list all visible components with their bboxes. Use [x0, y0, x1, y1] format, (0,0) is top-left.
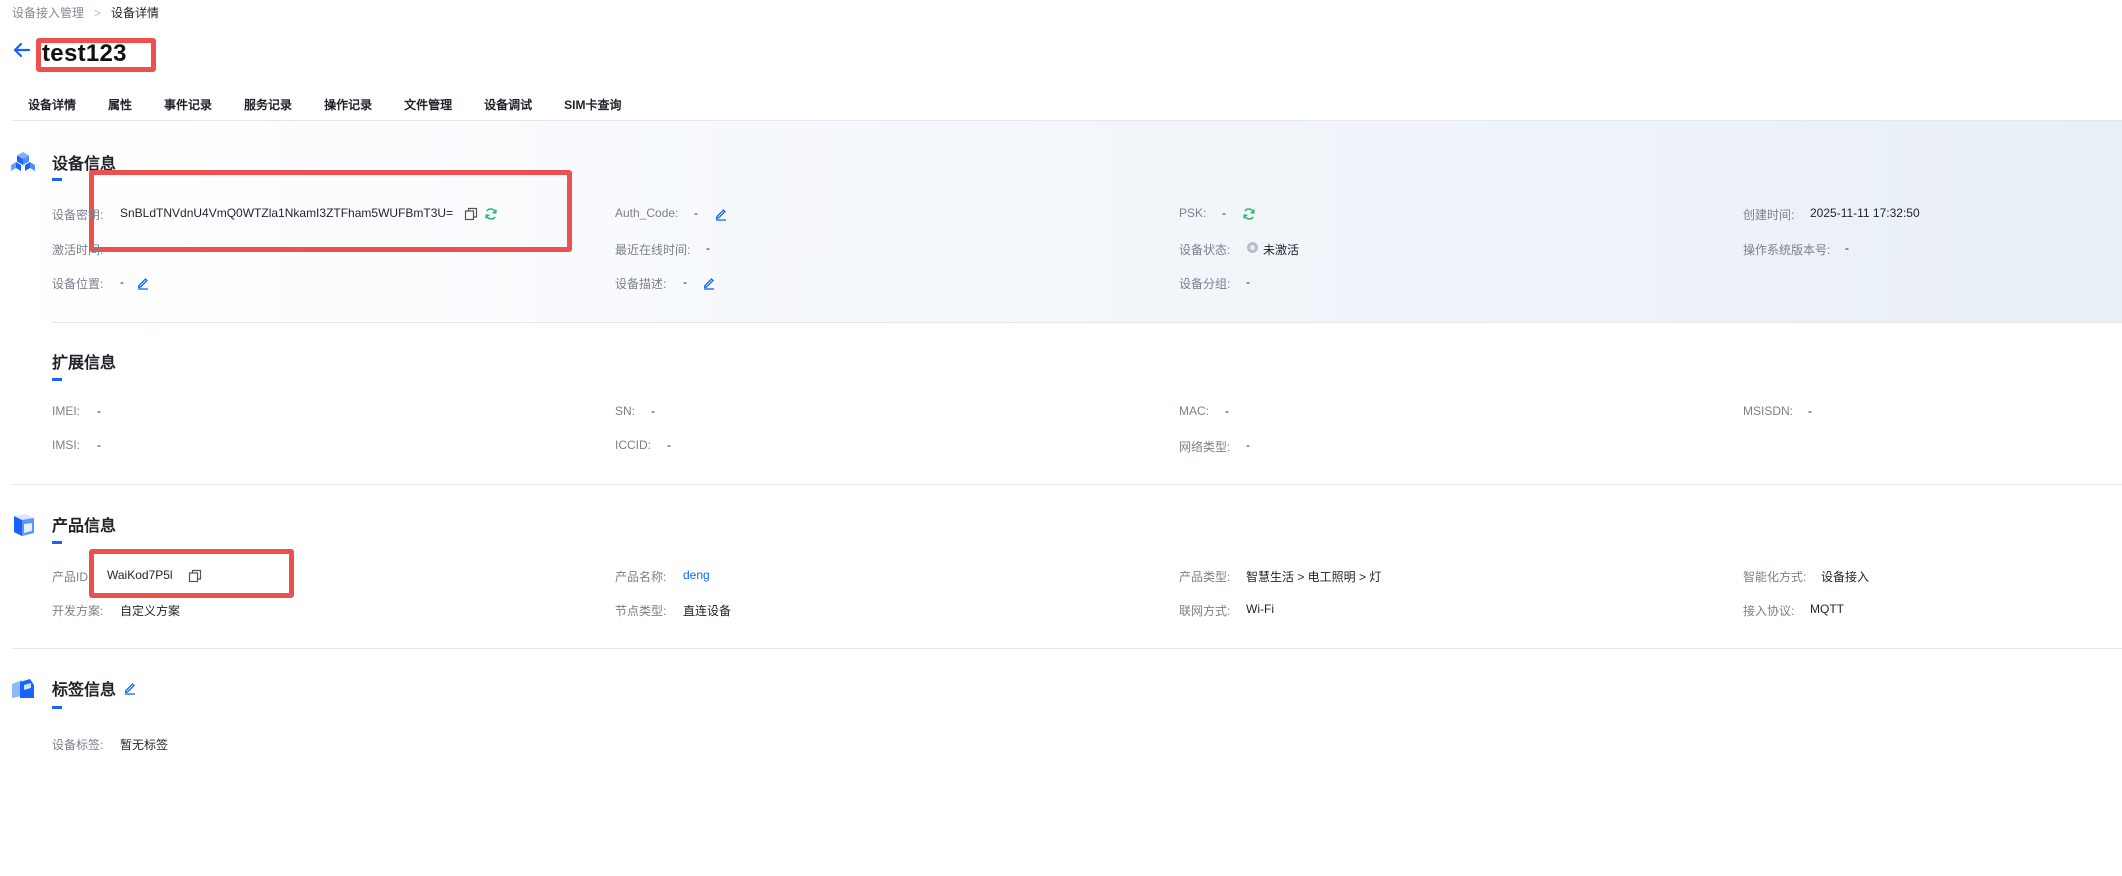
protocol-label: 接入协议: — [1743, 604, 1795, 618]
cubes-icon — [11, 152, 35, 171]
page-title: test123 — [42, 40, 127, 67]
mac-label: MAC: — [1179, 404, 1209, 418]
tab-sim-query[interactable]: SIM卡查询 — [548, 96, 637, 120]
tab-event-records[interactable]: 事件记录 — [148, 96, 228, 120]
os-version-label: 操作系统版本号: — [1743, 243, 1831, 257]
created-time-value: 2025-11-11 17:32:50 — [1810, 206, 1920, 220]
sn-label: SN: — [615, 404, 636, 418]
tab-service-records[interactable]: 服务记录 — [228, 96, 308, 120]
edit-pencil-icon[interactable] — [136, 276, 150, 290]
node-type-label: 节点类型: — [615, 604, 667, 618]
breadcrumb-separator: > — [94, 6, 102, 20]
product-info-divider — [12, 648, 2122, 649]
breadcrumb-current: 设备详情 — [111, 6, 160, 20]
tab-bar: 设备详情 属性 事件记录 服务记录 操作记录 文件管理 设备调试 SIM卡查询 — [12, 96, 637, 122]
tab-file-management[interactable]: 文件管理 — [388, 96, 468, 120]
device-info-title-underline — [52, 178, 62, 181]
imei-label: IMEI: — [52, 404, 81, 418]
psk-label: PSK: — [1179, 206, 1207, 220]
network-type-label: 网络类型: — [1179, 440, 1231, 454]
activated-time-label: 激活时间: — [52, 243, 104, 257]
copy-icon[interactable] — [464, 207, 478, 221]
auth-code-label: Auth_Code: — [615, 206, 679, 220]
last-online-value: - — [706, 241, 710, 255]
os-version-value: - — [1845, 241, 1849, 255]
device-desc-value: - — [683, 275, 687, 289]
product-name-link[interactable]: deng — [683, 568, 710, 582]
smart-method-label: 智能化方式: — [1743, 570, 1807, 584]
network-method-label: 联网方式: — [1179, 604, 1231, 618]
product-id-label: 产品ID: — [52, 570, 92, 584]
product-type-value: 智慧生活 > 电工照明 > 灯 — [1246, 570, 1382, 584]
device-location-label: 设备位置: — [52, 277, 104, 291]
protocol-value: MQTT — [1810, 602, 1844, 616]
smart-method-value: 设备接入 — [1821, 570, 1870, 584]
msisdn-label: MSISDN: — [1743, 404, 1794, 418]
edit-pencil-icon[interactable] — [123, 681, 137, 695]
edit-pencil-icon[interactable] — [702, 276, 716, 290]
product-info-title-underline — [52, 541, 62, 544]
box-icon — [14, 514, 34, 536]
refresh-icon[interactable] — [1242, 207, 1256, 221]
tag-icon — [12, 679, 34, 698]
device-status-value: 未激活 — [1263, 243, 1300, 257]
product-info-title: 产品信息 — [52, 518, 117, 535]
device-status-label: 设备状态: — [1179, 243, 1231, 257]
created-time-label: 创建时间: — [1743, 208, 1795, 222]
sn-value: - — [651, 404, 655, 418]
device-tags-value: 暂无标签 — [120, 738, 169, 752]
arrow-left-icon[interactable] — [12, 40, 32, 60]
product-id-value: WaiKod7P5l — [107, 568, 173, 582]
iccid-label: ICCID: — [615, 438, 651, 452]
ext-info-divider — [12, 484, 2122, 485]
tab-device-detail[interactable]: 设备详情 — [12, 96, 93, 122]
iccid-value: - — [667, 438, 671, 452]
tag-info-title: 标签信息 — [52, 682, 117, 699]
device-secret-label: 设备密钥: — [52, 208, 104, 222]
tab-properties[interactable]: 属性 — [92, 96, 148, 120]
dev-plan-label: 开发方案: — [52, 604, 104, 618]
status-dot-icon — [1247, 242, 1258, 253]
mac-value: - — [1225, 404, 1229, 418]
network-method-value: Wi-Fi — [1246, 602, 1274, 616]
tab-device-debug[interactable]: 设备调试 — [468, 96, 548, 120]
network-type-value: - — [1246, 438, 1250, 452]
psk-value: - — [1222, 206, 1226, 220]
device-group-value: - — [1246, 275, 1250, 289]
product-name-label: 产品名称: — [615, 570, 667, 584]
imsi-value: - — [97, 438, 101, 452]
copy-icon[interactable] — [188, 569, 202, 583]
tab-operation-records[interactable]: 操作记录 — [308, 96, 388, 120]
dev-plan-value: 自定义方案 — [120, 604, 181, 618]
tag-info-title-underline — [52, 706, 62, 709]
product-type-label: 产品类型: — [1179, 570, 1231, 584]
ext-info-title-underline — [52, 378, 62, 381]
device-info-divider — [52, 322, 2122, 323]
breadcrumb-parent[interactable]: 设备接入管理 — [12, 6, 84, 20]
edit-pencil-icon[interactable] — [714, 207, 728, 221]
device-tags-label: 设备标签: — [52, 738, 104, 752]
msisdn-value: - — [1808, 404, 1812, 418]
last-online-label: 最近在线时间: — [615, 243, 691, 257]
breadcrumb: 设备接入管理 > 设备详情 — [12, 4, 159, 21]
device-location-value: - — [120, 275, 124, 289]
ext-info-title: 扩展信息 — [52, 355, 117, 372]
device-group-label: 设备分组: — [1179, 277, 1231, 291]
device-desc-label: 设备描述: — [615, 277, 667, 291]
refresh-icon[interactable] — [484, 207, 498, 221]
imei-value: - — [97, 404, 101, 418]
device-secret-value: SnBLdTNVdnU4VmQ0WTZla1NkamI3ZTFham5WUFBm… — [120, 206, 454, 220]
auth-code-value: - — [694, 206, 698, 220]
imsi-label: IMSI: — [52, 438, 81, 452]
node-type-value: 直连设备 — [683, 604, 732, 618]
